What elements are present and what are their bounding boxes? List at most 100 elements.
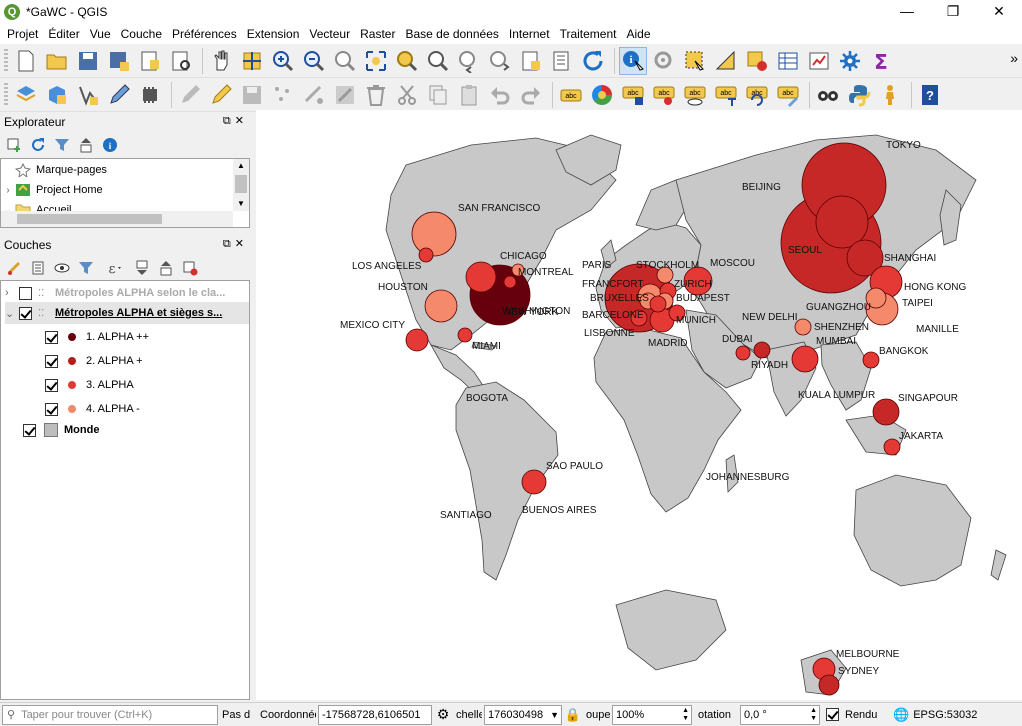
toolbar-grip[interactable] — [4, 48, 8, 73]
menu-editer[interactable]: Éditer — [43, 24, 84, 44]
scale-field[interactable]: 176030498 ▼ — [484, 704, 562, 725]
open-project-icon[interactable] — [43, 47, 71, 75]
zoom-full-icon[interactable] — [362, 47, 390, 75]
menu-projet[interactable]: Projet — [2, 24, 43, 44]
city-bubble-chicago[interactable] — [465, 261, 497, 293]
expand-arrow-icon[interactable]: › — [5, 287, 19, 299]
sum-icon[interactable]: Σ — [867, 47, 895, 75]
vertical-scrollbar[interactable]: ▲ ▼ — [233, 159, 249, 211]
minimize-icon[interactable]: — — [884, 0, 930, 24]
chevron-down-icon[interactable]: ▼ — [550, 710, 559, 720]
legend-class-row[interactable]: 1. ALPHA ++ — [45, 326, 149, 348]
new-shapefile-icon[interactable] — [12, 81, 40, 109]
city-bubble-washington[interactable] — [503, 275, 517, 289]
filter-icon[interactable] — [52, 135, 72, 155]
panel-float-close-buttons[interactable]: ⧉✕ — [223, 237, 248, 251]
filter-legend-icon[interactable] — [76, 258, 96, 278]
rotation-spinbox[interactable]: 0,0 ° ▲ ▼ — [740, 704, 820, 725]
zoom-selection-icon[interactable] — [393, 47, 421, 75]
undo-icon[interactable] — [486, 81, 514, 109]
plugin-manager-icon[interactable] — [814, 81, 842, 109]
help-icon[interactable]: ? — [916, 81, 944, 109]
copy-icon[interactable] — [424, 81, 452, 109]
city-bubble-los-angeles[interactable] — [418, 247, 434, 263]
save-as-icon[interactable] — [105, 47, 133, 75]
new-project-icon[interactable] — [12, 47, 40, 75]
info-icon[interactable]: i — [100, 135, 120, 155]
layer-row[interactable]: › ⁚⁚ Métropoles ALPHA selon le cla... — [5, 282, 225, 304]
menu-traitement[interactable]: Traitement — [555, 24, 622, 44]
menu-extension[interactable]: Extension — [242, 24, 305, 44]
new-bookmark-icon[interactable] — [517, 47, 545, 75]
legend-class-row[interactable]: 2. ALPHA + — [45, 350, 143, 372]
collapse-arrow-icon[interactable]: ⌄ — [5, 307, 19, 320]
browser-item-marque-pages[interactable]: Marque-pages — [1, 160, 233, 180]
lock-icon[interactable]: 🔒 — [562, 707, 584, 723]
city-bubble-houston[interactable] — [424, 289, 458, 323]
edit-icon[interactable] — [176, 81, 204, 109]
layer-labeling-icon[interactable] — [588, 81, 616, 109]
toggle-edit-icon[interactable] — [207, 81, 235, 109]
visibility-icon[interactable] — [52, 258, 72, 278]
zoom-native-icon[interactable] — [331, 47, 359, 75]
select-feature-icon[interactable] — [681, 47, 709, 75]
cut-icon[interactable] — [393, 81, 421, 109]
expand-arrow-icon[interactable]: › — [1, 185, 15, 196]
class-visibility-checkbox[interactable] — [45, 330, 58, 344]
legend-class-row[interactable]: 3. ALPHA — [45, 374, 134, 396]
label-icon[interactable]: abc — [557, 81, 585, 109]
city-bubble-mumbai[interactable] — [791, 345, 819, 373]
city-bubble-miami[interactable] — [457, 327, 473, 343]
show-label-icon[interactable]: abc — [681, 81, 709, 109]
pencil-icon[interactable] — [105, 81, 133, 109]
locator-search-field[interactable]: ⚲ Taper pour trouver (Ctrl+K) — [2, 704, 218, 725]
city-bubble-jakarta[interactable] — [883, 438, 901, 456]
coordinate-field[interactable]: -17568728,6106501 — [318, 704, 432, 725]
save-edits-icon[interactable] — [238, 81, 266, 109]
filter-expression-icon[interactable]: ε — [100, 258, 128, 278]
pan-to-selection-icon[interactable] — [238, 47, 266, 75]
refresh-icon[interactable] — [28, 135, 48, 155]
panel-float-close-buttons[interactable]: ⧉✕ — [223, 114, 248, 128]
toolbar-grip[interactable] — [4, 82, 8, 107]
print-layout-icon[interactable] — [136, 47, 164, 75]
zoom-out-icon[interactable] — [300, 47, 328, 75]
zoom-last-icon[interactable] — [455, 47, 483, 75]
scrollbar-thumb[interactable] — [235, 175, 247, 193]
toolbar-overflow-icon[interactable]: » — [1010, 50, 1018, 66]
zoom-layer-icon[interactable] — [424, 47, 452, 75]
add-selected-layers-icon[interactable] — [4, 135, 24, 155]
zoom-in-icon[interactable] — [269, 47, 297, 75]
plugin-icon[interactable] — [136, 81, 164, 109]
city-bubble-barcelone[interactable] — [649, 295, 667, 313]
city-bubble-riyadh[interactable] — [753, 341, 771, 359]
menu-raster[interactable]: Raster — [355, 24, 400, 44]
pin-label-icon[interactable]: abc — [650, 81, 678, 109]
extent-toggle-icon[interactable]: ⚙ — [432, 706, 454, 723]
layer-visibility-checkbox[interactable] — [19, 286, 32, 300]
layer-visibility-checkbox[interactable] — [19, 306, 32, 320]
delete-icon[interactable] — [362, 81, 390, 109]
highlight-label-icon[interactable]: abc — [619, 81, 647, 109]
change-label-icon[interactable]: abc — [774, 81, 802, 109]
modify-attributes-icon[interactable] — [331, 81, 359, 109]
deselect-icon[interactable] — [743, 47, 771, 75]
menu-vecteur[interactable]: Vecteur — [304, 24, 355, 44]
move-label-icon[interactable]: abc — [712, 81, 740, 109]
class-visibility-checkbox[interactable] — [45, 402, 58, 416]
menu-base-de-donnees[interactable]: Base de données — [400, 24, 503, 44]
maximize-icon[interactable]: ❐ — [930, 0, 976, 24]
add-group-icon[interactable] — [28, 258, 48, 278]
spin-arrows-icon[interactable]: ▲ ▼ — [810, 707, 817, 723]
show-bookmarks-icon[interactable] — [548, 47, 576, 75]
add-feature-icon[interactable] — [269, 81, 297, 109]
map-canvas[interactable]: TOKYO BEIJING SEOUL SHANGHAI HONG KONG TAIPEI… — [256, 110, 1022, 700]
new-geopackage-icon[interactable] — [43, 81, 71, 109]
layer-row[interactable]: Monde — [23, 419, 99, 441]
select-value-icon[interactable] — [712, 47, 740, 75]
redo-icon[interactable] — [517, 81, 545, 109]
digitize-icon[interactable] — [74, 81, 102, 109]
action-icon[interactable] — [650, 47, 678, 75]
menu-aide[interactable]: Aide — [621, 24, 655, 44]
city-bubble-bangkok[interactable] — [862, 351, 880, 369]
